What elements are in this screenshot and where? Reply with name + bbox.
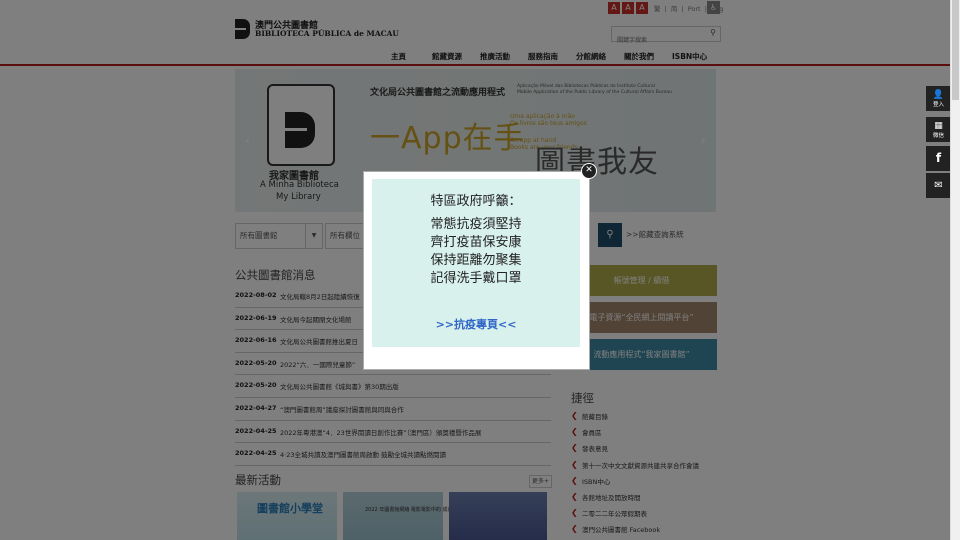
- mail-icon: ✉: [934, 180, 943, 191]
- scrollbar-thumb[interactable]: [952, 0, 959, 100]
- wechat-side-label: 微信: [932, 133, 944, 139]
- covid-page-link[interactable]: >>抗疫專頁<<: [372, 316, 580, 332]
- page: 澳門公共圖書館 BIBLIOTECA PÚBLICA de MACAU A A …: [0, 0, 951, 540]
- login-side-label: 登入: [932, 102, 944, 108]
- login-side-button[interactable]: 👤 登入: [926, 86, 951, 111]
- modal-line: 保持距離勿聚集: [430, 253, 522, 268]
- covid-notice-modal: 特區政府呼籲： 常態抗疫須堅持 齊打疫苗保安康 保持距離勿聚集 記得洗手戴口罩 …: [363, 171, 590, 370]
- modal-line: 常態抗疫須堅持: [430, 217, 522, 232]
- facebook-side-button[interactable]: f: [926, 146, 951, 171]
- modal-line: 記得洗手戴口罩: [430, 271, 522, 286]
- modal-content: 特區政府呼籲： 常態抗疫須堅持 齊打疫苗保安康 保持距離勿聚集 記得洗手戴口罩 …: [372, 179, 580, 347]
- wechat-side-button[interactable]: ▦ 微信: [926, 117, 951, 142]
- modal-title: 特區政府呼籲：: [430, 194, 522, 209]
- modal-line: 齊打疫苗保安康: [430, 235, 522, 250]
- mail-side-button[interactable]: ✉: [926, 173, 951, 198]
- facebook-icon: f: [935, 151, 942, 165]
- page-scrollbar[interactable]: [950, 0, 960, 540]
- qr-icon: ▦: [934, 121, 943, 131]
- user-icon: 👤: [932, 90, 945, 100]
- modal-close-icon[interactable]: ✕: [581, 163, 597, 179]
